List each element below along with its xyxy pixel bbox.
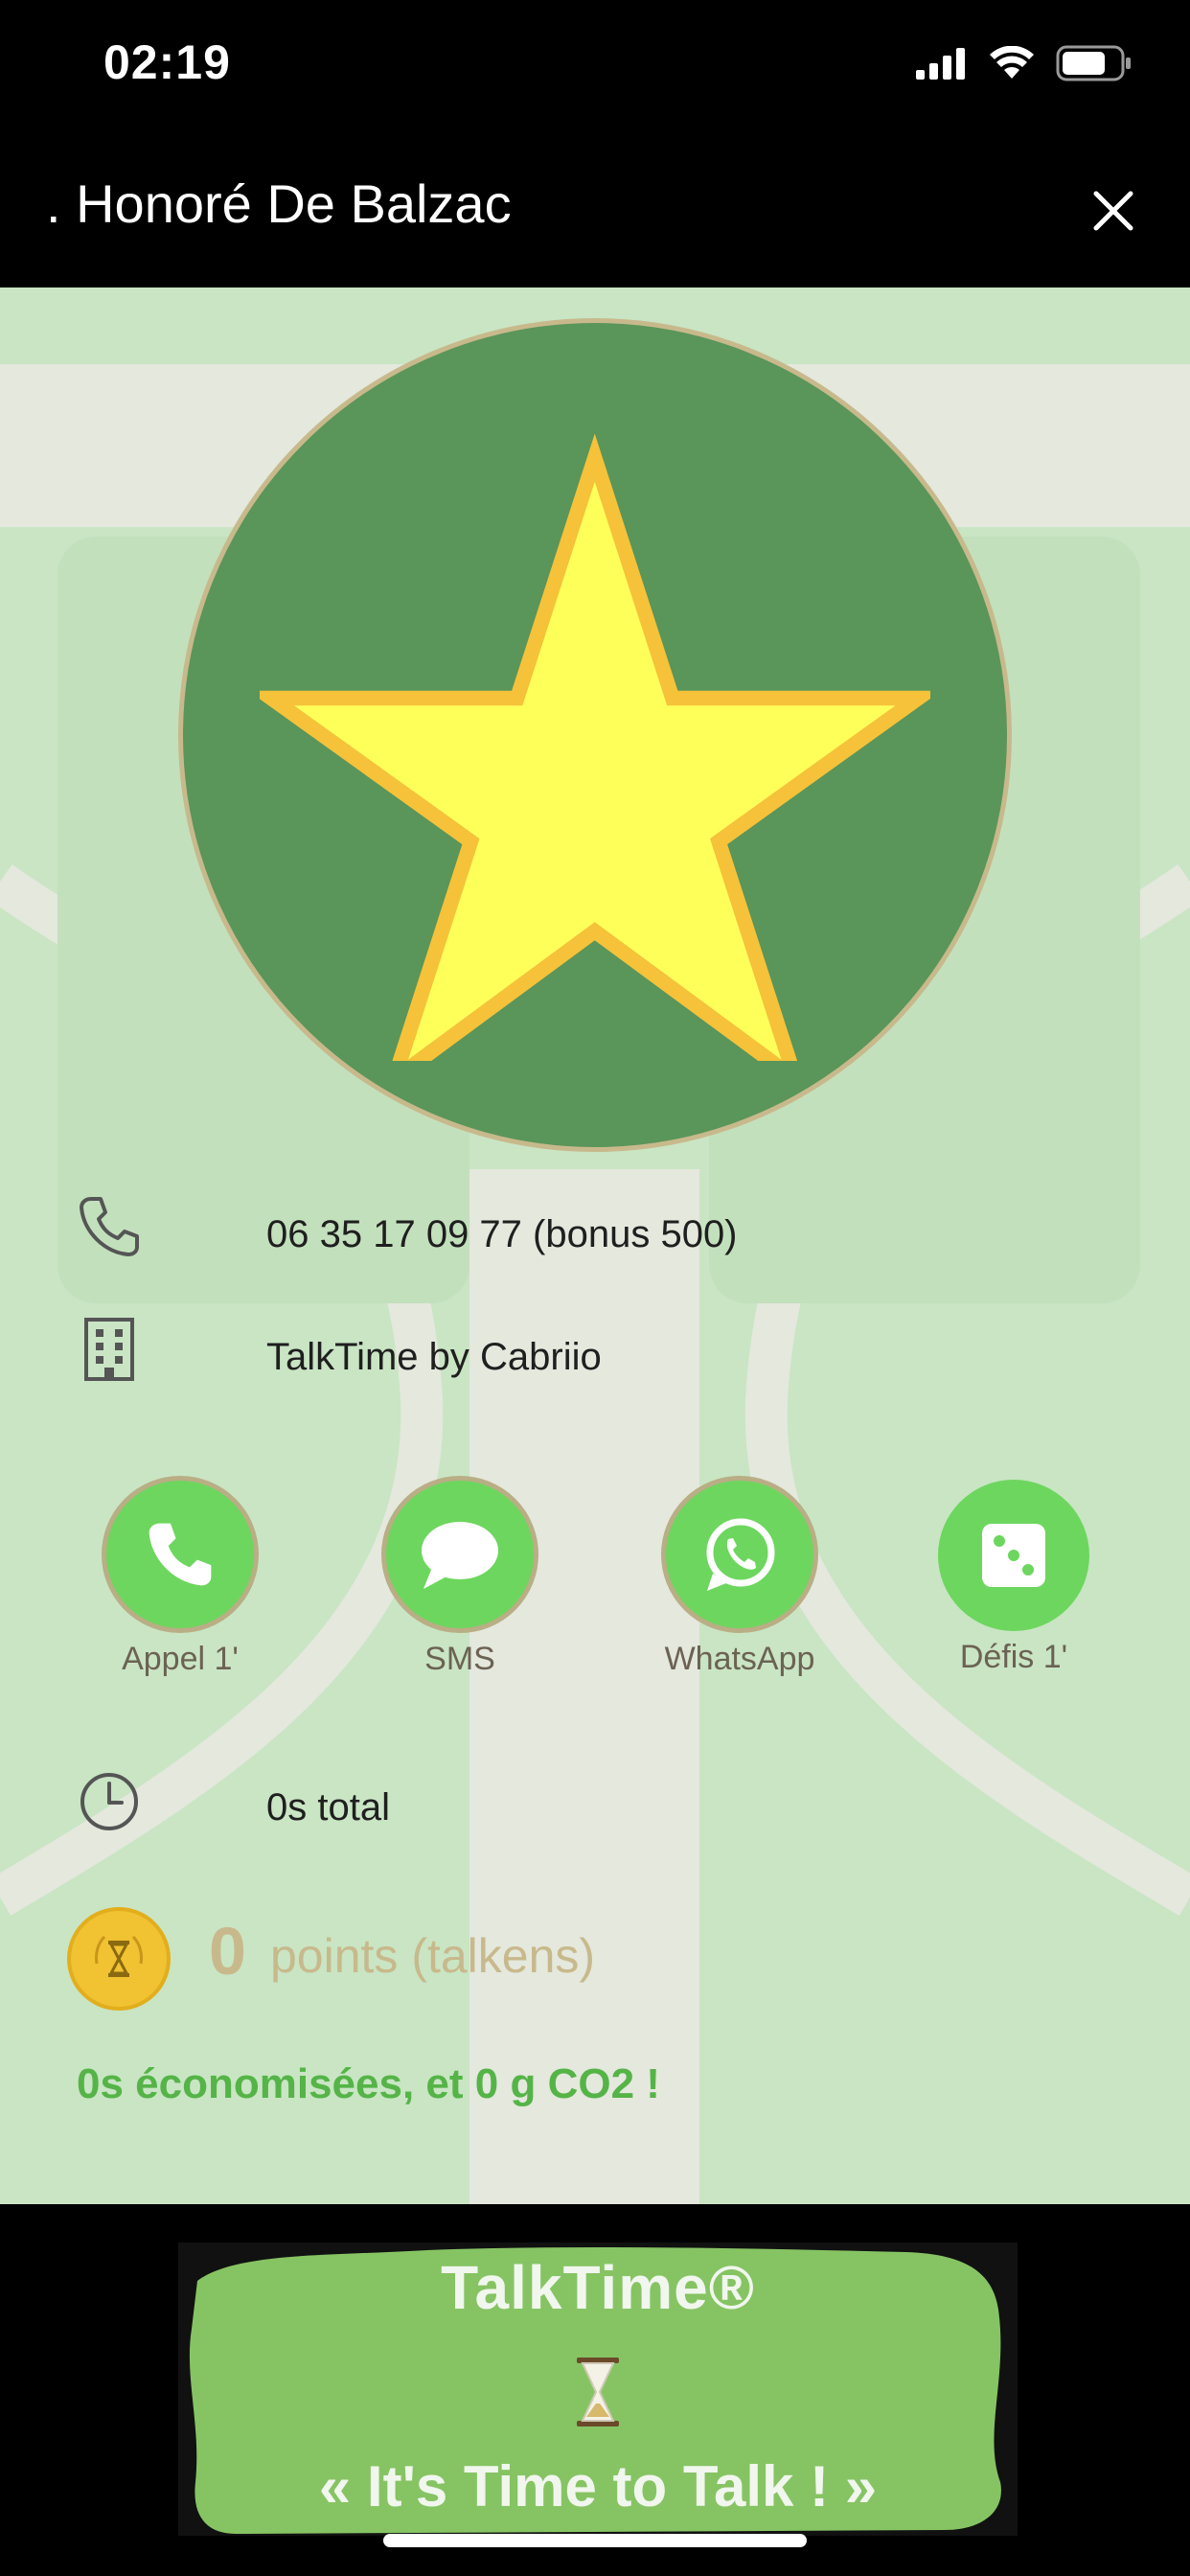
whatsapp-button[interactable]: WhatsApp [644,1476,835,1678]
sms-button-circle [381,1476,538,1633]
contact-detail-content: 06 35 17 09 77 (bonus 500) TalkTime by C… [0,288,1190,2204]
phone-number: 06 35 17 09 77 (bonus 500) [266,1213,738,1255]
challenges-button-circle [938,1480,1089,1631]
status-time: 02:19 [103,35,231,89]
home-indicator[interactable] [383,2534,807,2547]
banner-slogan: « It's Time to Talk ! » [318,2454,878,2518]
banner-area: TalkTime® « It's Time to Talk ! » [0,2204,1190,2576]
status-bar: 02:19 [0,0,1190,134]
call-button-label: Appel 1' [122,1641,239,1677]
savings-text: 0s économisées, et 0 g CO2 ! [77,2060,660,2107]
phone-outline-icon [80,1197,139,1256]
company-name: TalkTime by Cabriio [266,1336,602,1378]
points-label: points (talkens) [270,1929,596,1983]
close-button[interactable] [1075,172,1152,249]
call-button[interactable]: Appel 1' [84,1476,276,1678]
whatsapp-button-circle [661,1476,818,1633]
banner-title: TalkTime® [441,2253,755,2322]
screen: 02:19 . Honoré De Balzac 06 35 17 09 77 … [0,0,1190,2576]
sms-button-label: SMS [424,1641,495,1677]
coin-icon [67,1907,171,2011]
points-row: 0 points (talkens) [0,1907,1190,2022]
total-time: 0s total [266,1786,390,1828]
building-icon-wrap [71,1311,148,1388]
total-time-row: 0s total [0,1763,1190,1859]
call-button-circle [102,1476,259,1633]
battery-icon [1056,45,1131,81]
whatsapp-button-label: WhatsApp [664,1641,815,1677]
dice-icon [982,1524,1045,1587]
company-row: TalkTime by Cabriio [0,1311,1190,1407]
challenges-button-label: Défis 1' [959,1639,1068,1675]
phone-outline-icon-wrap [71,1188,148,1265]
building-icon [84,1318,134,1381]
phone-row[interactable]: 06 35 17 09 77 (bonus 500) [0,1188,1190,1284]
challenges-button[interactable]: Défis 1' [918,1480,1110,1676]
chat-bubble-icon [422,1522,498,1589]
whatsapp-icon [706,1518,775,1591]
cellular-signal-icon [916,48,965,80]
hourglass-coin-icon [95,1935,143,1977]
wifi-icon [990,46,1034,79]
clock-icon [80,1773,138,1830]
points-value: 0 [209,1914,246,1989]
header: . Honoré De Balzac [0,134,1190,288]
action-buttons: Appel 1' SMS WhatsApp Défis 1' [0,1476,1190,1696]
hourglass-icon [577,2358,619,2426]
sms-button[interactable]: SMS [364,1476,556,1678]
clock-icon-wrap [71,1763,148,1840]
star-icon [260,433,930,1061]
contact-name-title: . Honoré De Balzac [46,173,512,234]
contact-avatar [178,318,1012,1152]
phone-icon [149,1523,212,1586]
close-icon [1093,191,1133,231]
status-icons [916,42,1133,84]
promo-banner[interactable]: TalkTime® « It's Time to Talk ! » [178,2242,1018,2536]
